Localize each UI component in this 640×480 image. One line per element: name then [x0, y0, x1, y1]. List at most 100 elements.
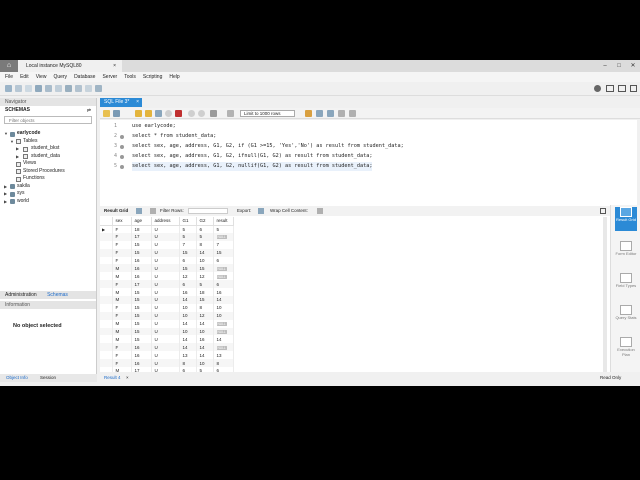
table-cell-age[interactable]: 16 — [131, 272, 152, 281]
table-cell-sex[interactable]: M — [112, 296, 132, 304]
table-row[interactable]: ▶ F 18 U 5 6 5 — [100, 225, 234, 233]
column-header[interactable]: address — [151, 217, 180, 226]
search-table-data-icon[interactable] — [85, 85, 92, 92]
table-cell-result[interactable]: NULL — [213, 327, 234, 336]
row-marker[interactable] — [100, 327, 113, 336]
tree-item-student-data[interactable]: ▶ student_data — [0, 153, 96, 161]
table-cell-G1[interactable]: 10 — [179, 303, 197, 312]
table-cell-sex[interactable]: F — [112, 232, 132, 241]
table-cell-G1[interactable]: 14 — [179, 319, 197, 328]
table-cell-address[interactable]: U — [151, 240, 180, 249]
menu-server[interactable]: Server — [102, 74, 117, 80]
table-cell-age[interactable]: 15 — [131, 248, 152, 257]
expand-arrow-icon[interactable]: ▼ — [4, 130, 8, 138]
row-marker[interactable]: ▶ — [100, 225, 113, 233]
row-marker[interactable] — [100, 248, 113, 257]
table-cell-result[interactable]: NULL — [213, 232, 234, 241]
column-header[interactable]: sex — [112, 217, 132, 226]
table-row[interactable]: M 15 U 14 15 14 — [100, 296, 234, 304]
table-cell-result[interactable]: 8 — [213, 359, 234, 368]
maximize-icon[interactable]: □ — [612, 60, 626, 72]
reconnect-icon[interactable] — [95, 85, 102, 92]
table-cell-G2[interactable]: 12 — [196, 311, 214, 320]
table-cell-result[interactable]: 13 — [213, 351, 234, 360]
expand-arrow-icon[interactable]: ▶ — [16, 145, 19, 153]
execute-current-icon[interactable] — [145, 110, 152, 117]
export-icon[interactable] — [258, 208, 264, 214]
table-cell-address[interactable]: U — [151, 288, 180, 297]
explain-icon[interactable] — [155, 110, 162, 117]
table-cell-G2[interactable]: 5 — [196, 280, 214, 289]
table-row[interactable]: F 16 U 8 10 8 — [100, 359, 234, 368]
table-cell-sex[interactable]: F — [112, 311, 132, 320]
table-cell-age[interactable]: 17 — [131, 280, 152, 289]
table-cell-G2[interactable]: 12 — [196, 272, 214, 281]
table-cell-result[interactable]: 10 — [213, 303, 234, 312]
table-cell-G1[interactable]: 7 — [179, 240, 197, 249]
expand-arrow-icon[interactable]: ▶ — [4, 198, 7, 206]
autocommit-icon[interactable] — [210, 110, 217, 117]
invisible-chars-icon[interactable] — [338, 110, 345, 117]
tree-item-tables[interactable]: ▼ Tables — [0, 138, 96, 146]
table-row[interactable]: M 16 U 12 12 NULL — [100, 272, 234, 281]
toggle-sidebar-icon[interactable] — [606, 85, 614, 92]
search-icon[interactable] — [327, 110, 334, 117]
beautify-icon[interactable] — [305, 110, 312, 117]
wrap-lines-icon[interactable] — [349, 110, 356, 117]
table-cell-sex[interactable]: F — [112, 359, 132, 368]
gear-icon[interactable] — [594, 85, 601, 92]
table-cell-address[interactable]: U — [151, 280, 180, 289]
table-cell-G1[interactable]: 5 — [179, 232, 197, 241]
commit-icon[interactable] — [188, 110, 195, 117]
tab-session[interactable]: Session — [40, 374, 56, 382]
table-row[interactable]: M 15 U 16 18 16 — [100, 288, 234, 297]
table-cell-G1[interactable]: 15 — [179, 264, 197, 273]
tree-item-earlycode[interactable]: ▼ earlycode — [0, 130, 96, 138]
column-header[interactable]: G1 — [179, 217, 197, 226]
table-cell-sex[interactable]: M — [112, 327, 132, 336]
table-cell-G2[interactable]: 6 — [196, 225, 214, 233]
table-row[interactable]: F 16 U 13 14 13 — [100, 351, 234, 360]
table-cell-sex[interactable]: M — [112, 272, 132, 281]
table-cell-result[interactable]: 14 — [213, 296, 234, 304]
expand-arrow-icon[interactable]: ▶ — [16, 153, 19, 161]
table-row[interactable]: F 15 U 10 12 10 — [100, 311, 234, 320]
home-icon[interactable]: ⌂ — [0, 60, 18, 72]
table-cell-sex[interactable]: F — [112, 240, 132, 249]
create-schema-icon[interactable] — [35, 85, 42, 92]
tab-result[interactable]: Result 4 — [104, 374, 121, 382]
table-cell-age[interactable]: 15 — [131, 327, 152, 336]
table-cell-sex[interactable]: F — [112, 303, 132, 312]
table-cell-address[interactable]: U — [151, 359, 180, 368]
menu-query[interactable]: Query — [53, 74, 67, 80]
tree-item-functions[interactable]: Functions — [0, 175, 96, 183]
table-cell-G2[interactable]: 5 — [196, 367, 214, 372]
filter-objects-input[interactable]: Filter objects — [4, 116, 92, 124]
table-cell-age[interactable]: 17 — [131, 232, 152, 241]
tab-sql-file[interactable]: SQL File 3* × — [100, 98, 142, 107]
table-cell-G1[interactable]: 10 — [179, 311, 197, 320]
table-cell-result[interactable]: 6 — [213, 280, 234, 289]
tree-item-world[interactable]: ▶ world — [0, 198, 96, 206]
table-cell-G1[interactable]: 14 — [179, 335, 197, 344]
table-cell-G2[interactable]: 15 — [196, 264, 214, 273]
table-cell-result[interactable]: 6 — [213, 256, 234, 265]
table-cell-sex[interactable]: M — [112, 288, 132, 297]
row-marker[interactable] — [100, 272, 113, 281]
column-header[interactable]: result — [213, 217, 234, 226]
table-cell-G1[interactable]: 10 — [179, 327, 197, 336]
tree-item-sys[interactable]: ▶ sys — [0, 190, 96, 198]
close-tab-icon[interactable]: × — [136, 98, 139, 107]
table-cell-sex[interactable]: F — [112, 256, 132, 265]
table-cell-G1[interactable]: 15 — [179, 248, 197, 257]
table-cell-G1[interactable]: 5 — [179, 225, 197, 233]
create-procedure-icon[interactable] — [65, 85, 72, 92]
table-cell-G2[interactable]: 10 — [196, 359, 214, 368]
expand-arrow-icon[interactable]: ▶ — [4, 183, 7, 191]
toggle-panel-icon[interactable] — [600, 208, 606, 214]
table-row[interactable]: F 16 U 14 14 NULL — [100, 343, 234, 352]
table-cell-address[interactable]: U — [151, 311, 180, 320]
limit-rows-select[interactable]: Limit to 1000 rows — [240, 110, 295, 117]
table-row[interactable]: M 15 U 10 10 NULL — [100, 327, 234, 336]
table-row[interactable]: F 16 U 6 10 6 — [100, 256, 234, 265]
